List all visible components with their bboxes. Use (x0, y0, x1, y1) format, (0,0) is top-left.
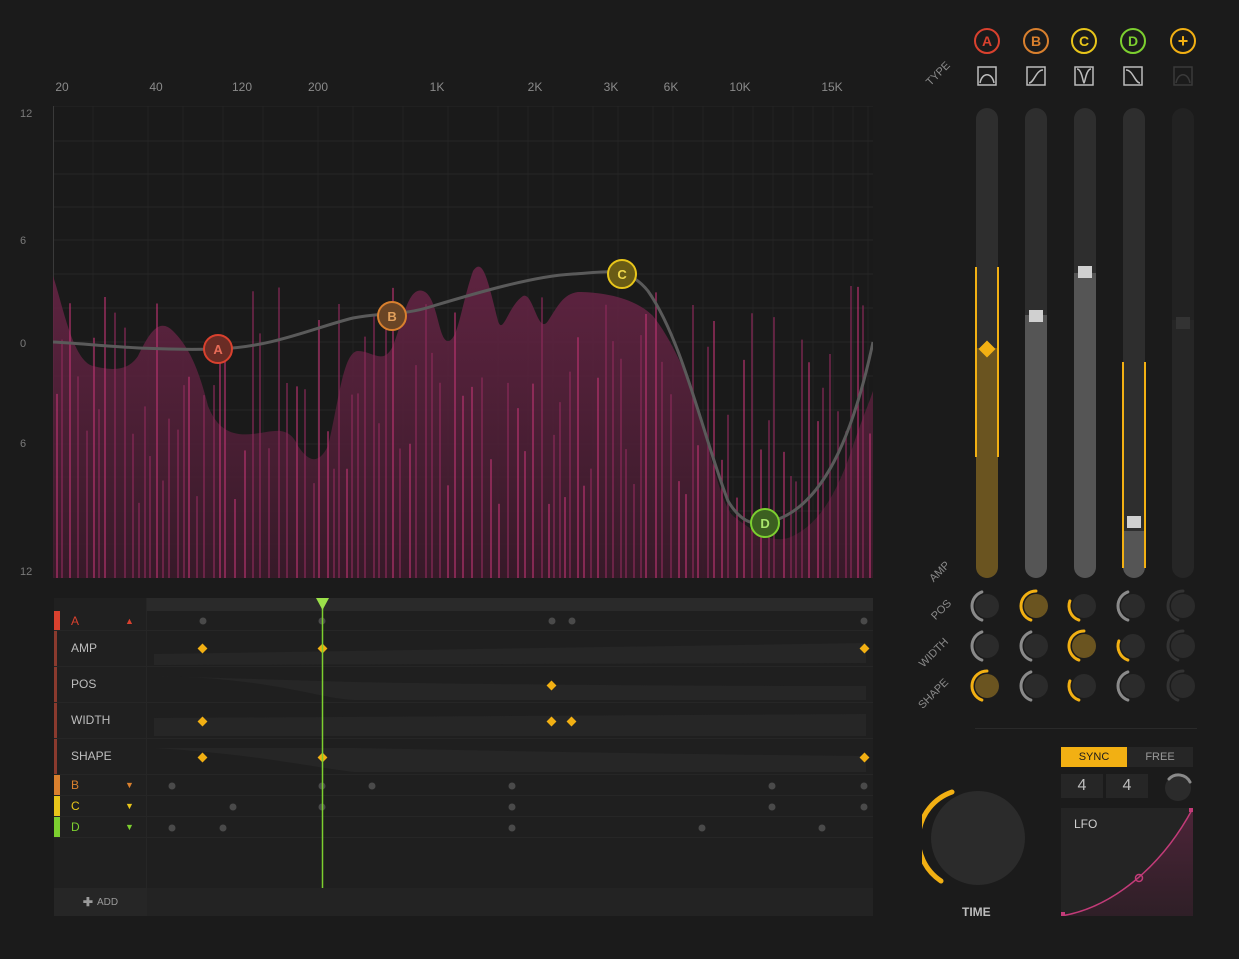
lfo-denominator-field[interactable]: 4 (1106, 774, 1148, 798)
lfo-numerator-field[interactable]: 4 (1061, 774, 1103, 798)
amp-slider-d[interactable] (1123, 108, 1145, 578)
shape-knob-disabled (1166, 669, 1195, 702)
amp-slider-b[interactable] (1025, 108, 1047, 578)
add-band-header-button[interactable]: + (1170, 28, 1196, 54)
amp-fill-c (1074, 272, 1096, 578)
pos-knob-a[interactable] (969, 588, 1005, 624)
free-button[interactable]: FREE (1127, 747, 1193, 767)
automation-timeline[interactable]: A ▲ AMP POS WIDTH SHAPE B ▼ C ▼ D ▼ ✚ AD… (54, 598, 873, 916)
freq-label: 40 (149, 80, 163, 94)
shape-knob-d[interactable] (1115, 668, 1151, 704)
eq-graph[interactable]: A B C D (53, 106, 873, 578)
width-label: WIDTH (917, 636, 952, 670)
section-divider (975, 728, 1197, 729)
amp-fill-b (1025, 314, 1047, 578)
freq-label: 6K (663, 80, 679, 94)
freq-label: 200 (307, 80, 329, 94)
amp-range-marker (975, 267, 977, 457)
db-label: 0 (20, 338, 27, 350)
db-label: 12 (20, 108, 33, 120)
eq-node-label: B (387, 309, 396, 324)
eq-node-c[interactable]: C (607, 259, 637, 289)
pos-envelope (154, 676, 866, 700)
amp-fill-d (1123, 531, 1145, 578)
notch-filter-icon[interactable] (1074, 66, 1094, 86)
timeline-footer (147, 888, 873, 916)
eq-node-a[interactable]: A (203, 334, 233, 364)
add-band-button[interactable]: ✚ ADD (54, 888, 147, 916)
db-label: 12 (20, 566, 33, 578)
amp-slider-c[interactable] (1074, 108, 1096, 578)
width-knob-a[interactable] (969, 628, 1005, 664)
shape-knob-c[interactable] (1066, 668, 1102, 704)
pos-knob-b[interactable] (1018, 588, 1054, 624)
bell-filter-icon[interactable] (977, 66, 997, 86)
amp-handle-b[interactable] (1029, 310, 1043, 322)
pos-knob-disabled (1166, 589, 1195, 622)
amp-handle-disabled (1176, 317, 1190, 329)
amp-label: AMP (927, 559, 953, 585)
shape-label: SHAPE (916, 676, 952, 712)
amp-range-marker (1122, 362, 1124, 568)
band-header-d[interactable]: D (1120, 28, 1146, 54)
amp-handle-d[interactable] (1127, 516, 1141, 528)
bell-filter-icon (1173, 66, 1193, 86)
freq-label: 10K (729, 80, 751, 94)
db-label: 6 (20, 438, 27, 450)
band-header-a[interactable]: A (974, 28, 1000, 54)
freq-label: 2K (527, 80, 543, 94)
shape-envelope (154, 748, 866, 772)
lfo-curve[interactable] (1061, 808, 1193, 916)
pos-knob-c[interactable] (1066, 588, 1102, 624)
time-label: TIME (962, 905, 991, 919)
width-knob-disabled (1166, 629, 1195, 662)
eq-node-label: A (213, 342, 223, 357)
width-knob-d[interactable] (1115, 628, 1151, 664)
eq-node-label: C (617, 267, 627, 282)
shape-knob-b[interactable] (1018, 668, 1054, 704)
freq-label: 15K (821, 80, 843, 94)
amp-fill-disabled (1172, 319, 1194, 578)
lfo-curve-editor[interactable]: LFO (1061, 808, 1193, 916)
type-label: TYPE (923, 59, 953, 89)
pos-label: POS (929, 597, 955, 623)
add-label: ADD (96, 896, 119, 908)
amp-range-marker (1144, 362, 1146, 568)
freq-label: 120 (231, 80, 253, 94)
amp-slider-disabled (1172, 108, 1194, 578)
width-knob-b[interactable] (1018, 628, 1054, 664)
amp-handle-a[interactable] (976, 338, 998, 360)
time-knob[interactable] (922, 786, 1030, 894)
db-label: 6 (20, 235, 27, 247)
eq-node-d[interactable]: D (750, 508, 780, 538)
width-knob-c[interactable] (1066, 628, 1102, 664)
freq-label: 1K (429, 80, 445, 94)
high-shelf-icon[interactable] (1123, 66, 1143, 86)
shape-knob-a[interactable] (969, 668, 1005, 704)
eq-node-b[interactable]: B (377, 301, 407, 331)
eq-canvas[interactable]: A B C D (53, 106, 873, 578)
sync-button[interactable]: SYNC (1061, 747, 1127, 767)
amp-handle-c[interactable] (1078, 266, 1092, 278)
width-envelope (154, 714, 866, 736)
lfo-rate-knob[interactable] (1160, 770, 1196, 806)
amp-envelope (154, 643, 866, 665)
amp-fill-a (976, 347, 998, 578)
pos-knob-d[interactable] (1115, 588, 1151, 624)
eq-node-label: D (760, 516, 769, 531)
amp-range-marker (997, 267, 999, 457)
band-header-b[interactable]: B (1023, 28, 1049, 54)
low-shelf-icon[interactable] (1026, 66, 1046, 86)
band-header-c[interactable]: C (1071, 28, 1097, 54)
playhead-handle-icon[interactable] (316, 598, 329, 610)
plus-icon: ✚ (82, 895, 93, 909)
freq-label: 20 (55, 80, 69, 94)
freq-label: 3K (603, 80, 619, 94)
timeline-canvas[interactable] (54, 598, 873, 916)
